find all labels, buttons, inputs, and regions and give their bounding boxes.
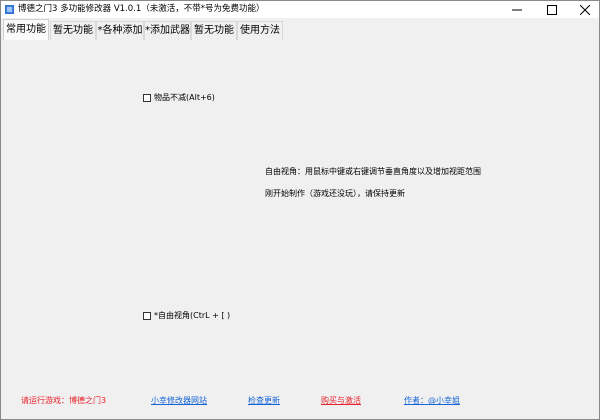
free-view-note: 刚开始制作（游戏还没玩），请保持更新: [265, 189, 405, 198]
close-icon: [580, 4, 590, 15]
checkbox-no-consume[interactable]: 物品不减(Alt+6): [143, 92, 215, 103]
buy-activate-link[interactable]: 购买与激活: [321, 395, 361, 406]
check-update-link[interactable]: 检查更新: [248, 395, 280, 406]
checkbox-free-view[interactable]: *自由视角(CtrL + [ ): [143, 310, 230, 321]
tab-add-weapons[interactable]: *添加武器: [144, 21, 191, 40]
tab-common-functions[interactable]: 常用功能: [3, 19, 49, 41]
window-title: 博德之门3 多功能修改器 V1.0.1（未激活，不带*号为免费功能）: [18, 4, 265, 14]
tab-usage[interactable]: 使用方法: [237, 21, 283, 40]
title-bar[interactable]: 博德之门3 多功能修改器 V1.0.1（未激活，不带*号为免费功能）: [1, 1, 599, 18]
app-icon: [5, 5, 14, 14]
minimize-button[interactable]: [503, 1, 531, 18]
tab-no-function-1[interactable]: 暂无功能: [50, 21, 96, 40]
tab-strip: 常用功能 暂无功能 *各种添加 *添加武器 暂无功能 使用方法: [3, 19, 599, 41]
run-game-prompt: 请运行游戏：博德之门3: [21, 396, 107, 405]
checkbox-label: *自由视角(CtrL + [ ): [154, 311, 231, 320]
free-view-description: 自由视角：用鼠标中键或右键调节垂直角度以及增加视距范围: [265, 167, 481, 176]
checkbox-box[interactable]: [143, 93, 151, 102]
tab-add-items[interactable]: *各种添加: [96, 21, 144, 40]
app-window: 博德之门3 多功能修改器 V1.0.1（未激活，不带*号为免费功能） 常用功能 …: [0, 0, 600, 420]
maximize-button[interactable]: [538, 1, 566, 18]
checkbox-label: 物品不减(Alt+6): [154, 93, 215, 102]
author-link[interactable]: 作者：@小幸姐: [404, 395, 460, 406]
maximize-icon: [547, 4, 557, 15]
checkbox-box[interactable]: [143, 311, 151, 320]
minimize-icon: [512, 9, 522, 10]
site-link[interactable]: 小幸修改器网站: [151, 395, 207, 406]
tab-no-function-2[interactable]: 暂无功能: [191, 21, 237, 40]
close-button[interactable]: [571, 1, 599, 18]
tab-panel: 物品不减(Alt+6) 自由视角：用鼠标中键或右键调节垂直角度以及增加视距范围 …: [3, 40, 599, 419]
